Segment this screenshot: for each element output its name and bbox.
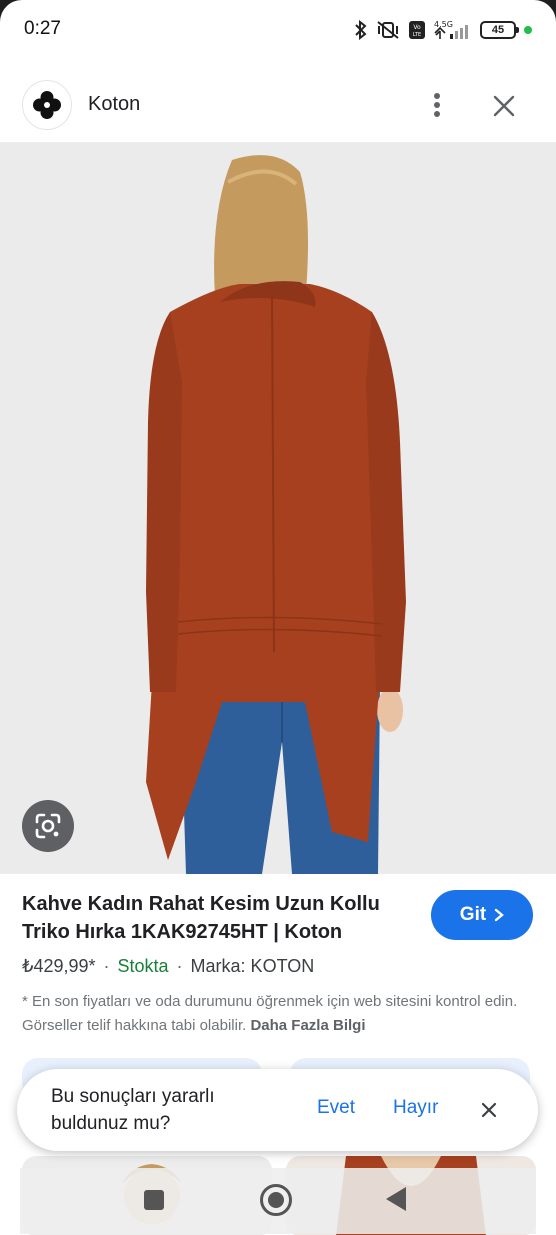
visit-button-label: Git [459,904,487,925]
system-nav-bar [20,1168,536,1234]
product-meta: ₺429,99* · Stokta · Marka: KOTON [22,956,314,977]
feedback-yes-button[interactable]: Evet [317,1097,355,1119]
product-brand: Marka: KOTON [190,956,315,976]
feedback-prompt: Bu sonuçları yararlı buldunuz mu? Evet H… [17,1069,538,1151]
home-button[interactable] [260,1184,292,1216]
product-image[interactable] [0,142,556,874]
close-icon [481,1102,497,1118]
network-type-label: 4.5G [434,20,453,29]
home-icon [268,1192,284,1208]
more-info-link[interactable]: Daha Fazla Bilgi [250,1017,365,1034]
visit-button[interactable]: Git [431,890,533,940]
recents-button[interactable] [144,1190,164,1210]
volte-icon: Vo LTE [409,21,425,39]
status-bar: 0:27 Vo LTE 4.5G 45 [0,0,556,60]
more-options-button[interactable] [420,88,454,122]
product-price: ₺429,99* [22,956,96,976]
status-time: 0:27 [24,18,61,39]
disclaimer: * En son fiyatları ve oda durumunu öğren… [22,990,532,1038]
status-icons: Vo LTE 4.5G 45 [354,18,532,42]
separator-dot: · [176,956,183,976]
bluetooth-icon [355,20,367,40]
stock-status: Stokta [117,956,169,976]
screen: 0:27 Vo LTE 4.5G 45 Koton Kahve Kadın Ra… [0,0,556,1235]
lens-search-button[interactable] [22,800,74,852]
battery-level: 45 [491,24,505,36]
vibrate-off-icon [377,21,399,39]
svg-text:Vo: Vo [413,24,421,31]
koton-logo[interactable] [22,80,72,130]
feedback-no-button[interactable]: Hayır [393,1097,438,1119]
close-button[interactable] [486,88,522,124]
back-button[interactable] [386,1187,406,1211]
signal-icon: 4.5G [434,20,468,39]
feedback-close-button[interactable] [475,1096,503,1124]
close-icon [493,95,515,117]
separator-dot: · [103,956,110,976]
koton-logo-icon [33,91,61,119]
more-vert-icon [434,93,440,117]
chevron-right-icon [494,908,505,922]
header: Koton [0,70,556,140]
battery-icon: 45 [480,21,519,39]
svg-text:LTE: LTE [413,32,421,38]
product-photo-illustration [0,142,556,874]
product-title[interactable]: Kahve Kadın Rahat Kesim Uzun Kollu Triko… [22,890,412,946]
google-lens-icon [35,813,61,839]
feedback-question: Bu sonuçları yararlı buldunuz mu? [51,1086,215,1134]
site-name[interactable]: Koton [88,93,140,116]
privacy-dot-icon [524,26,532,34]
